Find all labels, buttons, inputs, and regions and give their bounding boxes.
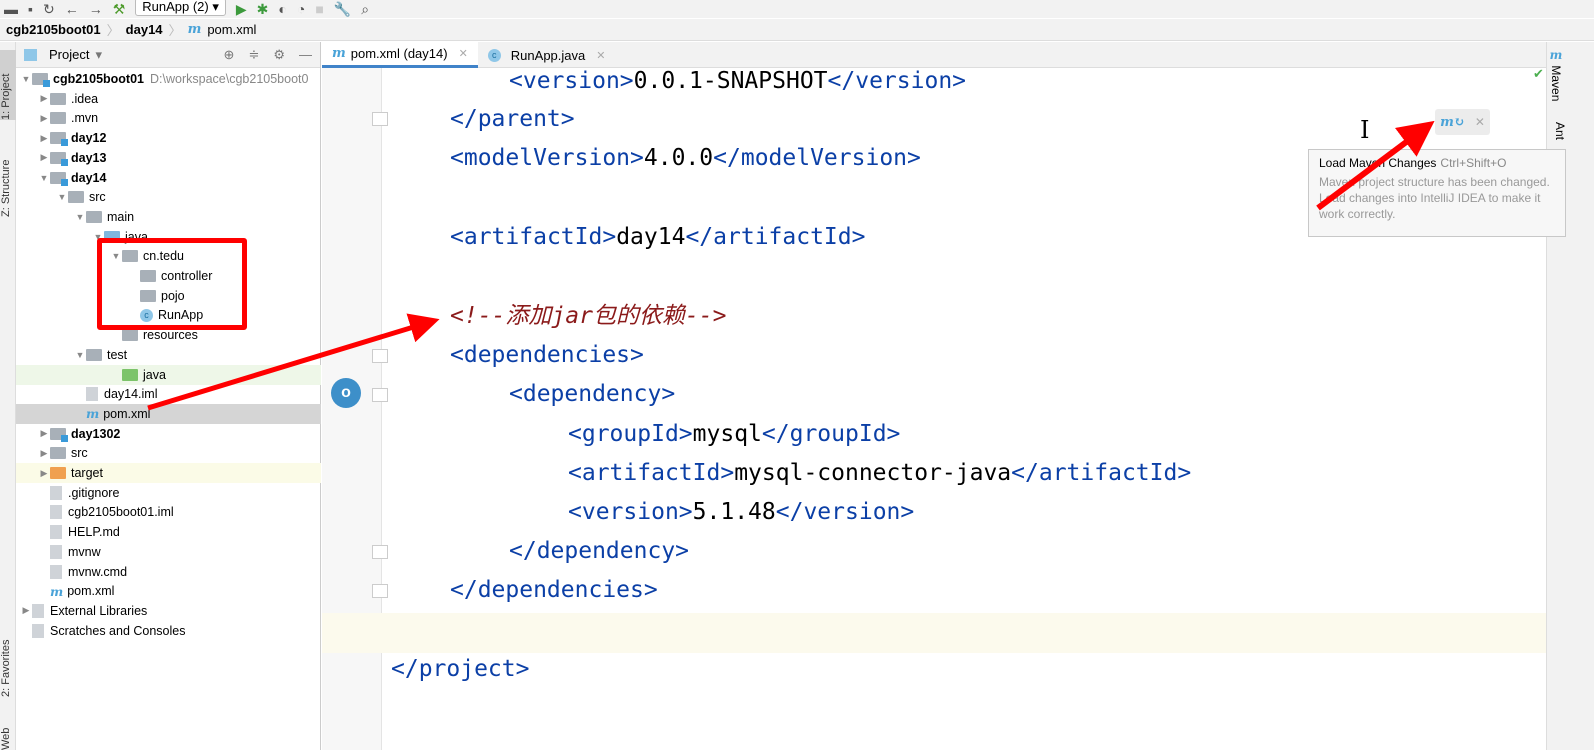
annotation-arrow <box>147 313 440 411</box>
annotation-arrow <box>1316 120 1435 211</box>
annotation-arrows <box>147 120 1435 411</box>
